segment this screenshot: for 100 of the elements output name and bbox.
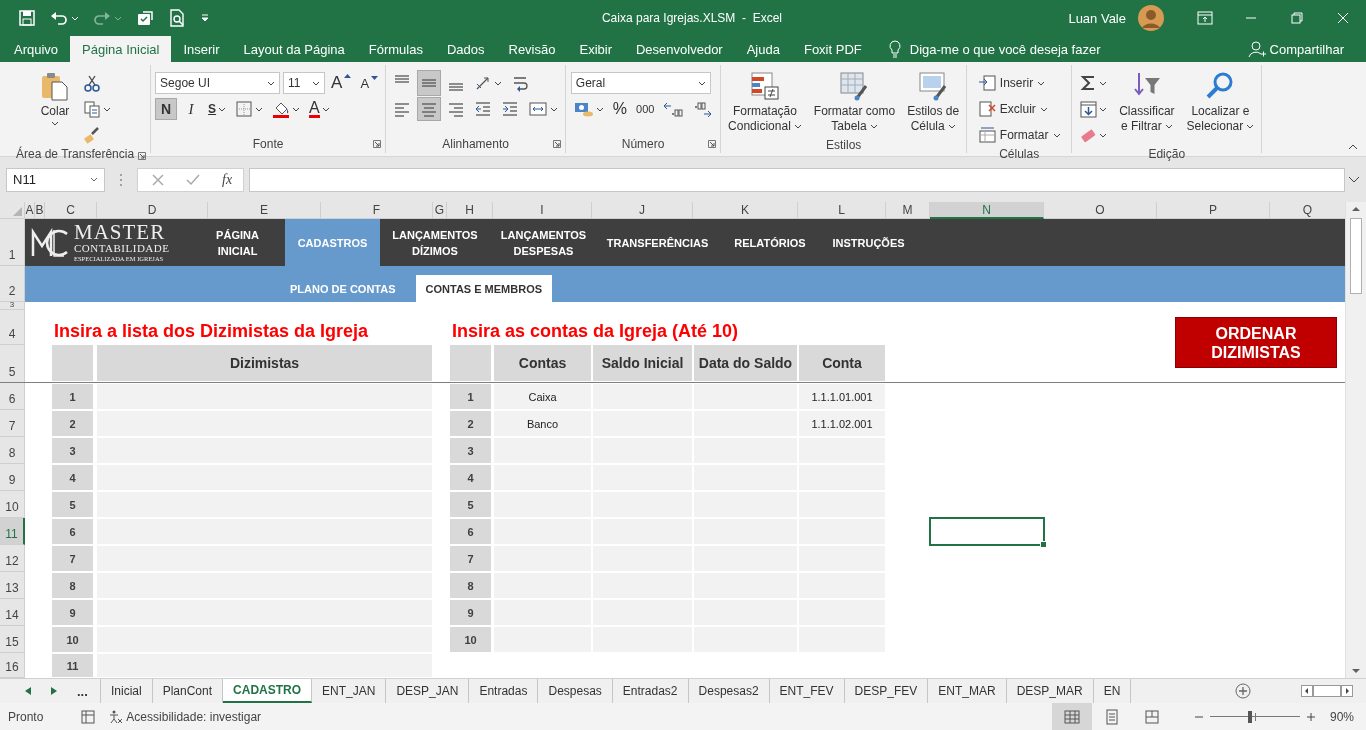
ribbon-tab[interactable]: Fórmulas [356,36,435,62]
caret-icon[interactable] [494,80,503,86]
caret-icon[interactable] [90,177,98,182]
name-box[interactable]: N11 [6,167,105,192]
column-header[interactable]: L [798,202,886,219]
zoom-slider[interactable] [1209,709,1300,724]
caret-icon[interactable] [321,106,330,112]
row-header[interactable]: 14 [0,599,25,626]
percent-button[interactable]: % [609,97,631,121]
column-header[interactable]: J [592,202,693,219]
caret-icon[interactable] [255,106,264,112]
row-header[interactable]: 6 [0,383,25,410]
expand-icon[interactable] [1348,175,1360,184]
column-header[interactable]: O [1044,202,1157,219]
scroll-left-icon[interactable] [1301,685,1313,697]
caret-icon[interactable] [1039,106,1048,112]
ribbon-tab[interactable]: Inserir [171,36,232,62]
accessibility-icon[interactable] [107,708,124,725]
customize-icon[interactable] [200,13,210,23]
print-preview-icon[interactable] [168,9,186,27]
column-header[interactable]: F [321,202,433,219]
dialog-launcher-icon[interactable] [373,140,382,148]
number-format-dropdown[interactable]: Geral [570,72,711,94]
column-header[interactable]: M [886,202,930,219]
column-header[interactable]: D [97,202,208,219]
nav-item[interactable]: INSTRUÇÕES [822,219,915,266]
tell-me-field[interactable]: Diga-me o que você deseja fazer [909,41,1101,57]
share-button[interactable]: Compartilhar [1237,36,1366,62]
caret-icon[interactable] [550,106,559,112]
caret-icon[interactable] [1246,124,1255,130]
caret-icon[interactable] [1099,106,1108,112]
shrink-font-button[interactable]: A [357,72,382,94]
row-header[interactable]: 10 [0,491,25,518]
row-header[interactable]: 8 [0,437,25,464]
ribbon-tab[interactable]: Dados [434,36,497,62]
column-header[interactable]: I [493,202,592,219]
nav-item[interactable]: RELATÓRIOS [718,219,822,266]
row-header[interactable]: 15 [0,626,25,653]
normal-view-button[interactable] [1051,703,1092,730]
caret-icon[interactable] [51,121,60,126]
column-header[interactable]: E [208,202,321,219]
check-icon[interactable] [186,173,200,186]
nav-item[interactable]: TRANSFERÊNCIAS [597,219,718,266]
macro-record-icon[interactable] [81,709,96,724]
sheet-tab[interactable]: CADASTRO [223,679,313,703]
column-header[interactable]: N [930,202,1044,219]
caret-icon[interactable] [595,106,604,112]
format-button[interactable]: Formatar [974,123,1064,147]
bold-button[interactable]: N [155,98,178,120]
column-header[interactable]: H [447,202,493,219]
column-header[interactable]: P [1157,202,1270,219]
nav-item[interactable]: LANÇAMENTOS DÍZIMOS [380,219,490,266]
font-name-dropdown[interactable]: Segoe UI [155,72,281,94]
row-header[interactable]: 3 [0,302,25,310]
caret-icon[interactable] [267,80,276,86]
ribbon-tab[interactable]: Arquivo [2,36,71,62]
ribbon-tab[interactable]: Revisão [496,36,568,62]
formula-field[interactable] [249,167,1345,192]
ribbon-tab[interactable]: Layout da Página [231,36,357,62]
caret-icon[interactable] [793,124,802,130]
conditional-format-button[interactable]: Formatação Condicional [725,68,805,136]
column-header[interactable]: Q [1270,202,1345,219]
cell-styles-button[interactable]: Estilos de Célula [904,68,963,136]
align-center-button[interactable] [417,97,442,121]
row-header[interactable]: 9 [0,464,25,491]
row-header[interactable]: 1 [0,219,25,266]
dialog-launcher-icon[interactable] [708,140,717,148]
ribbon-tab[interactable]: Foxit PDF [791,36,874,62]
slider-thumb[interactable] [1248,710,1253,723]
sort-filter-button[interactable]: Classificar e Filtrar [1116,68,1178,136]
format-table-button[interactable]: Formatar como Tabela [810,68,899,136]
row-header[interactable]: 5 [0,345,25,383]
grow-font-button[interactable]: A [328,70,355,96]
accessibility-status[interactable]: Acessibilidade: investigar [126,709,262,724]
insert-function-button[interactable]: fx [222,171,233,188]
caret-icon[interactable] [1164,124,1173,130]
zoom-in-icon[interactable] [1305,711,1316,722]
caret-icon[interactable] [103,106,112,112]
delete-button[interactable]: Excluir [974,97,1051,121]
row-header[interactable]: 13 [0,572,25,599]
vertical-scrollbar[interactable] [1345,202,1366,678]
row-header[interactable]: 7 [0,410,25,437]
font-color-button[interactable]: A [306,97,333,121]
find-button[interactable]: Localizar e Selecionar [1183,68,1258,136]
dialog-launcher-icon[interactable] [553,140,562,148]
caret-icon[interactable] [312,80,321,86]
sort-button[interactable]: ORDENAR DIZIMISTAS [1175,317,1337,368]
column-header[interactable]: C [45,202,97,219]
caret-icon[interactable] [218,106,227,112]
add-sheet-icon[interactable] [1235,683,1251,699]
collapse-icon[interactable] [1348,144,1358,150]
ribbon-tab[interactable]: Ajuda [734,36,792,62]
caret-icon[interactable] [1037,80,1046,86]
column-header[interactable]: K [693,202,798,219]
caret-icon[interactable] [869,124,878,130]
caret-icon[interactable] [947,124,956,130]
row-header[interactable]: 11 [0,518,25,545]
nav-item[interactable]: PÁGINA INICIAL [190,219,285,266]
column-header[interactable]: G [433,202,447,219]
fill-handle[interactable] [1040,541,1047,548]
